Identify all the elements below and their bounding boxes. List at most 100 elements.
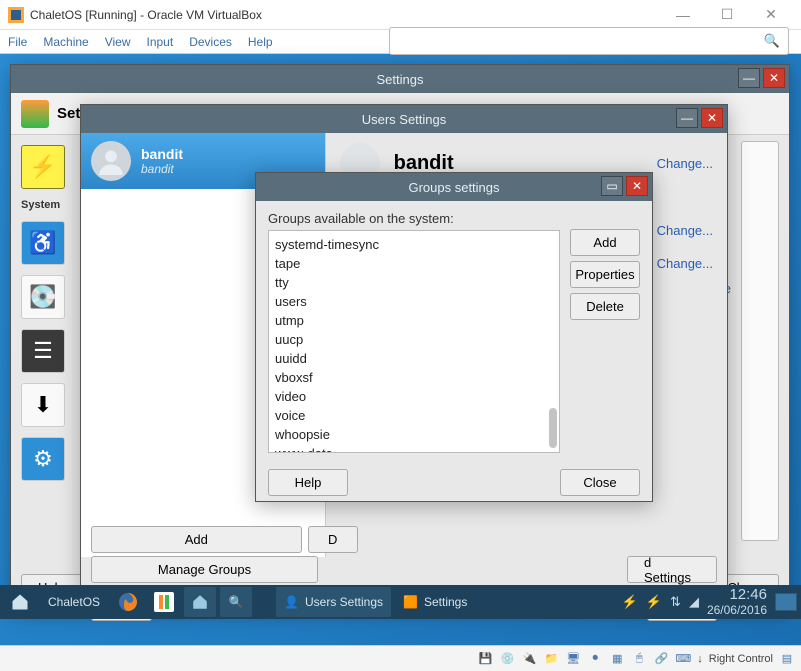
accessibility-icon[interactable]: ♿ [21,221,65,265]
vb-mouse-icon[interactable]: 🖱 [631,651,647,667]
gear-icon[interactable]: ⚙ [21,437,65,481]
vb-cd-icon[interactable]: 💿 [499,651,515,667]
users-settings-taskbar-icon: 👤 [284,595,299,609]
download-icon[interactable]: ⬇ [21,383,65,427]
group-item[interactable]: voice [275,406,553,425]
user-sub: bandit [141,162,183,176]
menu-machine[interactable]: Machine [43,35,88,49]
groups-help-button[interactable]: Help [268,469,348,496]
change-link-2[interactable]: Change... [657,223,713,238]
groups-title: Groups settings [408,180,499,195]
search-icon: 🔍 [764,33,780,49]
vb-usb-icon[interactable]: 🔌 [521,651,537,667]
group-item[interactable]: www-data [275,444,553,453]
group-item[interactable]: utmp [275,311,553,330]
change-name-link[interactable]: Change... [657,156,713,171]
clock[interactable]: 12:46 26/06/2016 [707,587,767,617]
menu-view[interactable]: View [105,35,131,49]
settings-sidebar: ⚡ System ♿ 💽 ☰ ⬇ ⚙ [21,141,71,609]
settings-launcher-icon[interactable] [148,587,180,617]
vb-cpu-icon[interactable]: ▦ [609,651,625,667]
vb-rec-icon[interactable]: ⏺ [587,651,603,667]
power-tray-icon[interactable]: ⚡ [646,594,662,610]
list-icon[interactable]: ☰ [21,329,65,373]
user-name: bandit [141,146,183,162]
vb-net-icon[interactable]: 🔗 [653,651,669,667]
vb-display-icon[interactable]: 🖥 [565,651,581,667]
close-button[interactable]: ✕ [749,1,793,29]
vb-indicator-icon[interactable]: ▤ [779,651,795,667]
maximize-button[interactable]: ☐ [705,1,749,29]
menu-devices[interactable]: Devices [189,35,232,49]
settings-titlebar[interactable]: Settings — ✕ [11,65,789,93]
group-item[interactable]: users [275,292,553,311]
settings-app-icon [21,100,49,128]
group-item[interactable]: whoopsie [275,425,553,444]
change-link-3[interactable]: Change... [657,256,713,271]
menu-help[interactable]: Help [248,35,273,49]
manage-groups-button[interactable]: Manage Groups [91,556,318,583]
group-item[interactable]: video [275,387,553,406]
menu-file[interactable]: File [8,35,27,49]
delete-user-button[interactable]: D [308,526,358,553]
system-tray: ⚡ ⚡ ⇅ ◢ 12:46 26/06/2016 [622,587,797,617]
vb-host-key-arrow-icon: ↓ [697,653,703,665]
virtualbox-title: ChaletOS [Running] - Oracle VM VirtualBo… [30,8,661,22]
groups-listbox[interactable]: systemd-timesync tape tty users utmp uuc… [268,230,560,453]
settings-title: Settings [377,72,424,87]
add-user-button[interactable]: Add [91,526,302,553]
users-minimize-button[interactable]: — [676,108,698,128]
power-icon[interactable]: ⚡ [21,145,65,189]
groups-minimize-button[interactable]: ▭ [601,176,623,196]
start-label[interactable]: ChaletOS [40,587,108,617]
settings-minimize-button[interactable]: — [738,68,760,88]
settings-close-button[interactable]: ✕ [763,68,785,88]
show-desktop-icon[interactable] [775,593,797,611]
group-delete-button[interactable]: Delete [570,293,640,320]
groups-close-btn[interactable]: Close [560,469,640,496]
vb-key-icon[interactable]: ⌨ [675,651,691,667]
firefox-icon[interactable] [112,587,144,617]
groups-settings-window: Groups settings ▭ ✕ Groups available on … [255,172,653,502]
vb-host-key-label: Right Control [709,653,773,665]
group-item[interactable]: tty [275,273,553,292]
group-item[interactable]: uucp [275,330,553,349]
minimize-button[interactable]: — [661,1,705,29]
group-add-button[interactable]: Add [570,229,640,256]
search-launcher-icon[interactable]: 🔍 [220,587,252,617]
network-icon[interactable]: ⇅ [670,594,681,610]
group-item[interactable]: vboxsf [275,368,553,387]
taskbar: ChaletOS 🔍 👤 Users Settings 🟧 Settings ⚡… [0,585,801,619]
groups-scrollbar-thumb[interactable] [549,408,557,448]
settings-taskbar-icon: 🟧 [403,595,418,609]
virtualbox-statusbar: 💾 💿 🔌 📁 🖥 ⏺ ▦ 🖱 🔗 ⌨ ↓ Right Control ▤ [0,645,801,671]
avatar-icon [91,141,131,181]
groups-available-label: Groups available on the system: [268,211,560,226]
settings-scrollbar[interactable] [741,141,779,541]
users-titlebar[interactable]: Users Settings — ✕ [81,105,727,133]
file-manager-icon[interactable] [184,587,216,617]
group-item[interactable]: systemd-timesync [275,235,553,254]
group-item[interactable]: uuidd [275,349,553,368]
volume-icon[interactable]: ⚡ [622,594,638,610]
settings-search-input[interactable]: 🔍 [389,27,789,55]
virtualbox-icon [8,7,24,23]
signal-icon[interactable]: ◢ [689,594,699,610]
groups-close-button[interactable]: ✕ [626,176,648,196]
virtualbox-titlebar: ChaletOS [Running] - Oracle VM VirtualBo… [0,0,801,30]
vb-hdd-icon[interactable]: 💾 [477,651,493,667]
guest-desktop: Settings — ✕ Settings 🔍 ⚡ System ♿ 💽 ☰ ⬇… [0,54,801,645]
users-title: Users Settings [362,112,447,127]
groups-titlebar[interactable]: Groups settings ▭ ✕ [256,173,652,201]
group-item[interactable]: tape [275,254,553,273]
advanced-settings-button[interactable]: d Settings [627,556,717,583]
menu-input[interactable]: Input [147,35,174,49]
system-label: System [21,199,71,211]
vb-folder-icon[interactable]: 📁 [543,651,559,667]
start-menu-button[interactable] [4,587,36,617]
taskbar-item-settings[interactable]: 🟧 Settings [395,587,475,617]
disk-icon[interactable]: 💽 [21,275,65,319]
taskbar-item-users-settings[interactable]: 👤 Users Settings [276,587,391,617]
group-properties-button[interactable]: Properties [570,261,640,288]
users-close-button[interactable]: ✕ [701,108,723,128]
